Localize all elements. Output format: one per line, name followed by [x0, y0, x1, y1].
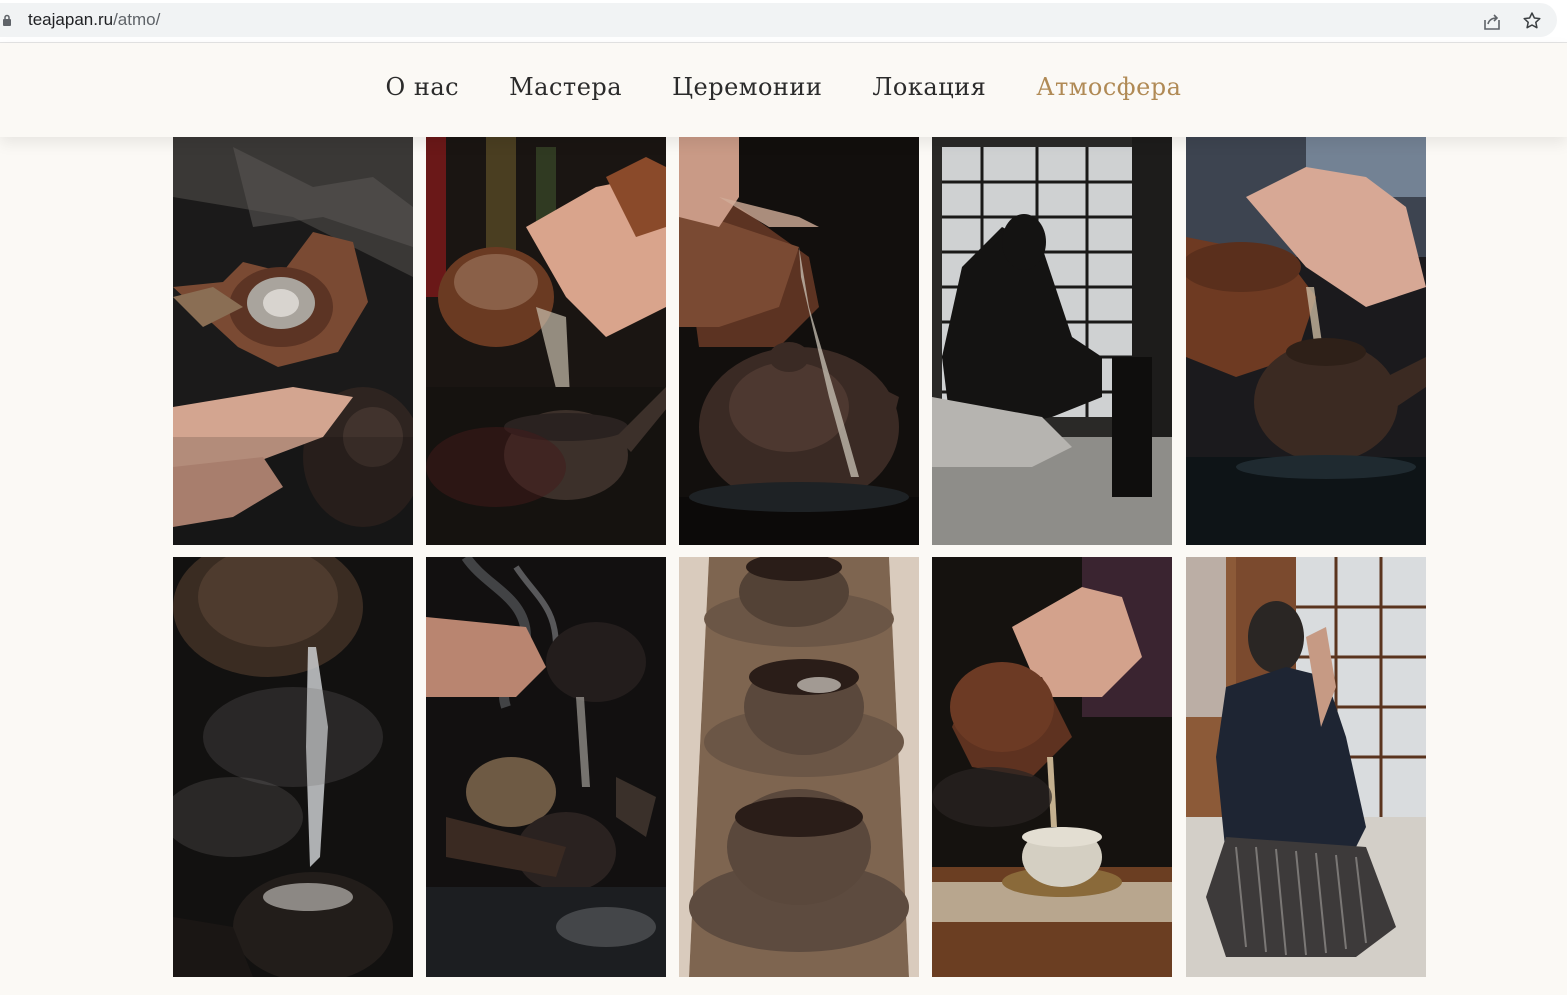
gallery-photo-5[interactable]: [1186, 137, 1426, 545]
gallery-photo-10[interactable]: [1186, 557, 1426, 977]
share-icon[interactable]: [1482, 12, 1502, 32]
gallery-photo-7[interactable]: [426, 557, 666, 977]
nav-item-masters[interactable]: Мастера: [509, 73, 622, 101]
gallery-photo-6[interactable]: [173, 557, 413, 977]
url-path: /atmo/: [113, 10, 161, 29]
nav-item-about[interactable]: О нас: [386, 73, 460, 101]
lock-icon[interactable]: [2, 14, 12, 27]
photo-gallery: [173, 137, 1426, 977]
gallery-photo-3[interactable]: [679, 137, 919, 545]
gallery-photo-4[interactable]: [932, 137, 1172, 545]
url-text[interactable]: teajapan.ru/atmo/: [28, 10, 160, 30]
site-header: О нас Мастера Церемонии Локация Атмосфер…: [0, 43, 1567, 137]
gallery-photo-2[interactable]: [426, 137, 666, 545]
gallery-photo-1[interactable]: [173, 137, 413, 545]
omnibox[interactable]: teajapan.ru/atmo/: [0, 3, 1557, 37]
url-domain: teajapan.ru: [28, 10, 114, 29]
gallery-photo-8[interactable]: [679, 557, 919, 977]
nav-item-atmosphere[interactable]: Атмосфера: [1036, 73, 1181, 101]
gallery-photo-9[interactable]: [932, 557, 1172, 977]
nav-item-ceremonies[interactable]: Церемонии: [672, 73, 822, 101]
nav-item-location[interactable]: Локация: [872, 73, 986, 101]
main-nav: О нас Мастера Церемонии Локация Атмосфер…: [0, 73, 1567, 101]
bookmark-star-icon[interactable]: [1522, 11, 1542, 31]
browser-address-bar: teajapan.ru/atmo/: [0, 0, 1567, 43]
